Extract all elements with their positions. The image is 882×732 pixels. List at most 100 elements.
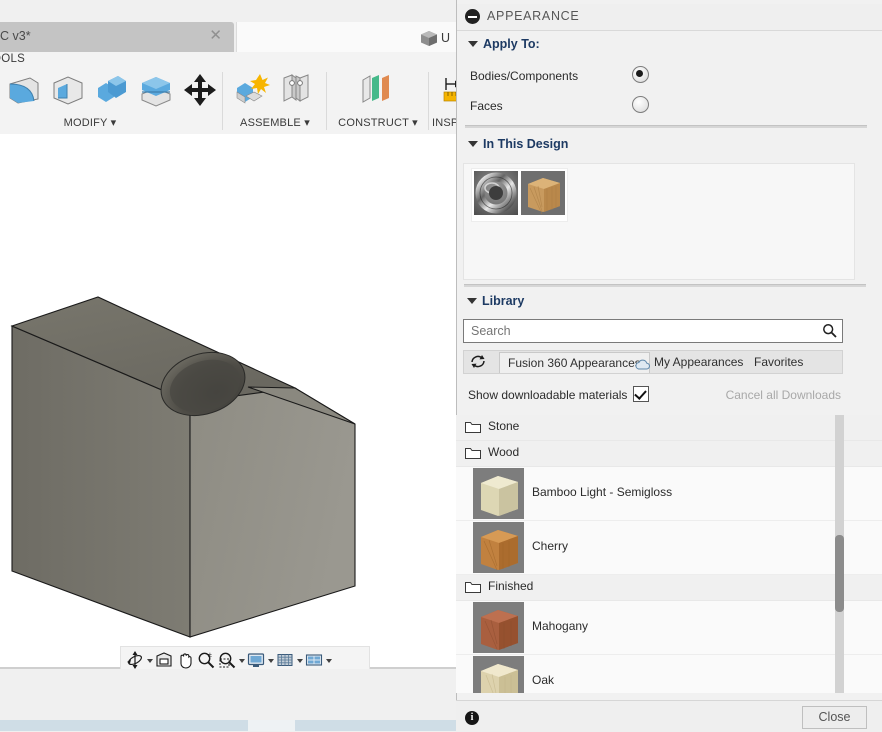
timeline-bar[interactable] — [0, 720, 470, 731]
scrollbar-thumb[interactable] — [835, 535, 844, 612]
close-button[interactable]: Close — [802, 706, 867, 729]
search-icon[interactable] — [822, 323, 837, 338]
close-icon[interactable]: ✕ — [209, 26, 222, 45]
radio-faces[interactable] — [632, 96, 649, 113]
library-folder-row[interactable]: Finished — [456, 575, 882, 601]
library-folder-label: Stone — [488, 419, 519, 433]
divider — [465, 125, 867, 128]
user-menu-label[interactable]: U — [441, 31, 450, 45]
grid-dropdown-caret-icon[interactable] — [296, 650, 303, 670]
ribbon-panel-modify: MODIFY ▾ — [0, 70, 225, 132]
document-tab-label: C v3* — [0, 29, 31, 43]
library-tab-label: Favorites — [754, 355, 803, 369]
wood-cube-swatch[interactable] — [521, 171, 565, 215]
display-dropdown-caret-icon[interactable] — [267, 650, 274, 670]
section-header-library[interactable]: Library — [456, 291, 882, 313]
orbit-icon[interactable] — [125, 650, 145, 670]
library-tab-row: Fusion 360 Appearances My Appearances Fa… — [463, 350, 843, 374]
panel-divider — [428, 72, 429, 130]
folder-icon — [465, 446, 481, 459]
apply-to-option-bodies[interactable]: Bodies/Components — [457, 62, 882, 92]
section-header-in-this-design[interactable]: In This Design — [457, 134, 882, 156]
shell-icon[interactable] — [48, 70, 88, 110]
library-tab-favorites[interactable]: Favorites — [746, 352, 811, 372]
library-tab-label: My Appearances — [654, 355, 743, 369]
refresh-icon[interactable] — [468, 353, 488, 370]
library-search-box[interactable] — [463, 319, 843, 343]
zoom-dropdown-caret-icon[interactable] — [238, 650, 245, 670]
document-tab-strip: C v3* ✕ — [0, 22, 470, 53]
material-thumbnail — [473, 468, 524, 519]
section-label-apply-to: Apply To: — [483, 37, 540, 51]
radio-bodies-components[interactable] — [632, 66, 649, 83]
divider — [464, 284, 866, 287]
apply-to-label-bodies: Bodies/Components — [470, 69, 578, 83]
new-component-icon[interactable] — [232, 70, 272, 110]
material-thumbnail — [473, 656, 524, 693]
viewports-dropdown-caret-icon[interactable] — [325, 650, 332, 670]
show-downloadable-label: Show downloadable materials — [468, 388, 627, 402]
cube-icon[interactable] — [419, 30, 439, 47]
panel-divider — [326, 72, 327, 130]
viewports-icon[interactable] — [304, 650, 324, 670]
appearance-library-list[interactable]: Stone Wood Bamboo Light - Semigloss — [456, 415, 882, 693]
downloadable-materials-row: Show downloadable materials Cancel all D… — [463, 386, 841, 404]
section-header-apply-to[interactable]: Apply To: — [457, 34, 882, 56]
library-material-row[interactable]: Mahogany — [456, 601, 882, 655]
joint-icon[interactable] — [276, 70, 316, 110]
library-folder-row[interactable]: Stone — [456, 415, 882, 441]
library-tab-label: Fusion 360 Appearances — [508, 356, 641, 370]
zoom-icon[interactable]: ± — [196, 650, 216, 670]
library-folder-row[interactable]: Wood — [456, 441, 882, 467]
ribbon-panel-label-construct[interactable]: CONSTRUCT ▾ — [330, 116, 426, 129]
library-material-row[interactable]: Oak — [456, 655, 882, 693]
ribbon-toolbar: OOLS — [0, 52, 456, 135]
chevron-down-icon — [467, 298, 477, 304]
pan-icon[interactable] — [175, 650, 195, 670]
show-downloadable-checkbox[interactable] — [633, 386, 649, 402]
ribbon-panel-label-modify[interactable]: MODIFY ▾ — [0, 116, 190, 129]
orbit-dropdown-caret-icon[interactable] — [146, 650, 153, 670]
cancel-all-downloads-button[interactable]: Cancel all Downloads — [726, 388, 841, 402]
document-tab[interactable]: C v3* ✕ — [0, 22, 234, 52]
material-label: Mahogany — [532, 619, 588, 633]
info-icon[interactable]: i — [465, 711, 479, 725]
library-tab-fusion-appearances[interactable]: Fusion 360 Appearances — [499, 352, 650, 373]
ribbon-tab-tools[interactable]: OOLS — [0, 53, 25, 65]
library-tab-my-appearances[interactable]: My Appearances — [632, 352, 751, 372]
ribbon-panel-construct: CONSTRUCT ▾ — [330, 70, 426, 132]
panel-divider — [222, 72, 223, 130]
search-input[interactable] — [469, 323, 813, 339]
ribbon-panel-label-assemble[interactable]: ASSEMBLE ▾ — [226, 116, 324, 129]
collapse-icon[interactable] — [465, 9, 480, 24]
grid-snaps-icon[interactable] — [275, 650, 295, 670]
3d-viewport[interactable] — [0, 134, 456, 668]
material-label: Cherry — [532, 539, 568, 553]
fillet-icon[interactable] — [4, 70, 44, 110]
folder-icon — [465, 420, 481, 433]
chevron-down-icon — [468, 141, 478, 147]
folder-icon — [465, 580, 481, 593]
model-body[interactable] — [0, 134, 456, 668]
library-material-row[interactable]: Bamboo Light - Semigloss — [456, 467, 882, 521]
combine-icon[interactable] — [92, 70, 132, 110]
look-at-icon[interactable] — [154, 650, 174, 670]
dialog-title: APPEARANCE — [487, 9, 579, 23]
offset-plane-icon[interactable] — [358, 70, 398, 110]
library-material-row[interactable]: Cherry — [456, 521, 882, 575]
metal-torus-swatch[interactable] — [474, 171, 518, 215]
section-label-in-this-design: In This Design — [483, 137, 568, 151]
display-settings-icon[interactable] — [246, 650, 266, 670]
timeline-segment[interactable] — [295, 720, 470, 731]
material-thumbnail — [473, 602, 524, 653]
library-folder-label: Wood — [488, 445, 519, 459]
apply-to-label-faces: Faces — [470, 99, 503, 113]
offset-face-icon[interactable] — [136, 70, 176, 110]
zoom-window-icon[interactable] — [217, 650, 237, 670]
ribbon-panel-assemble: ASSEMBLE ▾ — [226, 70, 324, 132]
move-copy-icon[interactable] — [180, 70, 220, 110]
apply-to-option-faces[interactable]: Faces — [457, 92, 882, 122]
in-this-design-swatch-strip — [471, 168, 568, 222]
dialog-footer: i Close — [456, 700, 882, 732]
timeline-segment[interactable] — [0, 720, 248, 731]
